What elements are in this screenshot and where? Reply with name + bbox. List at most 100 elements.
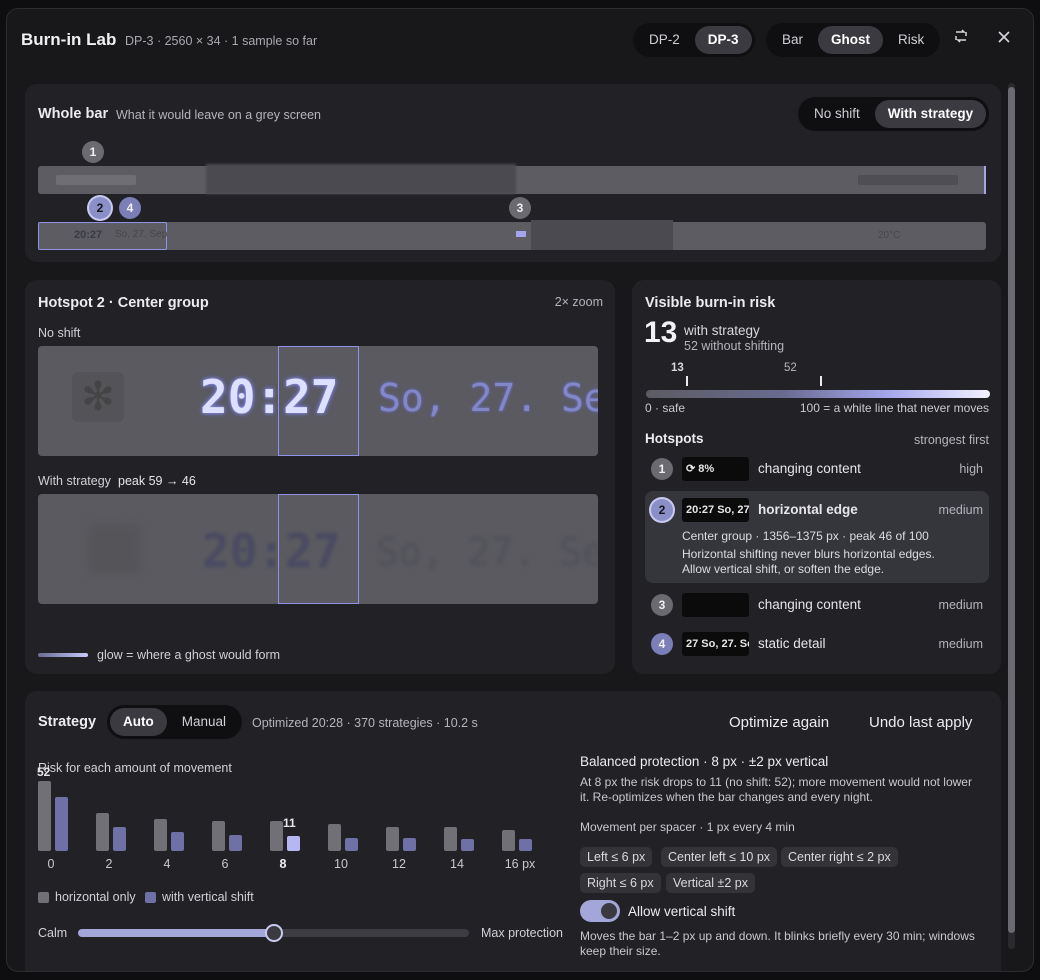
toggle-no-shift[interactable]: No shift xyxy=(801,100,873,128)
chip-center-left: Center left ≤ 10 px xyxy=(661,847,778,867)
bar-vertical-0[interactable] xyxy=(55,797,68,851)
hotspot-number: 3 xyxy=(651,594,673,616)
bar-horizontal-10[interactable] xyxy=(328,824,341,851)
mode-auto[interactable]: Auto xyxy=(110,708,167,736)
title-bar: Burn-in Lab DP-3 · 2560 × 34 · 1 sample … xyxy=(7,9,1033,71)
mode-manual[interactable]: Manual xyxy=(169,708,239,736)
bar-horizontal-16px[interactable] xyxy=(502,829,515,851)
whole-bar-subtitle: What it would leave on a grey screen xyxy=(116,108,321,122)
glow-swatch xyxy=(38,653,88,657)
protection-slider[interactable] xyxy=(78,924,469,942)
peak-change: peak 59 → 46 xyxy=(118,474,196,488)
legend-swatch-vertical xyxy=(145,892,156,903)
hotspot-pin-2[interactable]: 2 xyxy=(89,197,111,219)
ghost-clock: 20:27 xyxy=(74,229,103,241)
bar-vertical-10[interactable] xyxy=(345,837,358,851)
close-icon[interactable] xyxy=(991,26,1017,52)
with-strategy-label: With strategy xyxy=(38,474,111,488)
view-risk[interactable]: Risk xyxy=(885,26,937,54)
optimize-again-button[interactable]: Optimize again xyxy=(729,714,829,731)
ghost-date: So, 27. Sep xyxy=(115,229,168,240)
hotspot-thumbnail: 27 So, 27. Sep xyxy=(682,632,749,656)
hotspot-number: 1 xyxy=(651,458,673,480)
shift-toggle: No shift With strategy xyxy=(798,97,990,131)
zoom-no-shift: ✻ 20:27 So, 27. Sep xyxy=(38,346,598,456)
view-bar[interactable]: Bar xyxy=(769,26,816,54)
bar-horizontal-4[interactable] xyxy=(154,818,167,851)
no-shift-label: No shift xyxy=(38,326,81,340)
vertical-shift-desc-2: keep their size. xyxy=(580,944,661,958)
x-tick-label: 6 xyxy=(221,857,229,871)
x-tick-label: 14 xyxy=(450,857,464,871)
meter-mark-13 xyxy=(686,376,688,386)
bar-vertical-12[interactable] xyxy=(403,837,416,851)
bar-vertical-2[interactable] xyxy=(113,826,126,851)
hotspot-level: medium xyxy=(938,503,983,517)
legend-vertical: with vertical shift xyxy=(162,890,254,904)
x-tick-label: 12 xyxy=(392,857,406,871)
vertical-shift-label: Allow vertical shift xyxy=(628,904,736,919)
hotspot-advice-1: Horizontal shifting never blurs horizont… xyxy=(682,547,935,561)
bar-horizontal-0[interactable] xyxy=(38,781,51,851)
refresh-icon[interactable] xyxy=(948,26,974,52)
whole-bar-title: Whole bar xyxy=(38,106,109,122)
vertical-shift-toggle[interactable] xyxy=(580,900,620,922)
scale-left: 0 · safe xyxy=(645,401,686,415)
hotspot-card: Hotspot 2 · Center group 2× zoom No shif… xyxy=(25,280,615,674)
meter-mark-52-label: 52 xyxy=(784,362,797,374)
chip-vertical: Vertical ±2 px xyxy=(666,873,755,893)
risk-score: 13 xyxy=(644,316,678,349)
risk-bar-chart: 0 2 4 6 8 10 12 14 16 px 52 11 xyxy=(37,765,558,891)
display-dp2[interactable]: DP-2 xyxy=(636,26,693,54)
ghost-icons-left xyxy=(56,175,136,185)
hotspot-thumbnail: ⟳ 8% xyxy=(682,457,749,481)
bar-horizontal-8[interactable] xyxy=(270,821,283,851)
bar-horizontal-12[interactable] xyxy=(386,826,399,851)
chip-center-right: Center right ≤ 2 px xyxy=(781,847,898,867)
display-dp3[interactable]: DP-3 xyxy=(694,26,752,54)
risk-meter xyxy=(646,390,990,398)
chip-left: Left ≤ 6 px xyxy=(580,847,653,867)
risk-card: Visible burn-in risk 13 with strategy 52… xyxy=(632,280,1001,674)
bar-vertical-16px[interactable] xyxy=(519,838,532,851)
plan-desc-1: At 8 px the risk drops to 11 (no shift: … xyxy=(580,775,972,789)
scrollbar-thumb[interactable] xyxy=(1008,87,1015,933)
hotspot-item-1[interactable]: 1 ⟳ 8% changing content high xyxy=(645,450,989,488)
bar-horizontal-2[interactable] xyxy=(96,813,109,851)
slider-max-label: Max protection xyxy=(481,926,563,940)
hotspot-pin-4[interactable]: 4 xyxy=(119,197,141,219)
hotspot-item-3[interactable]: 3 changing content medium xyxy=(645,586,989,624)
hotspot-kind: changing content xyxy=(758,461,861,476)
ghost-spot xyxy=(516,231,526,237)
bar-vertical-4[interactable] xyxy=(171,832,184,851)
hotspot-kind: horizontal edge xyxy=(758,502,858,517)
hotspot-level: medium xyxy=(938,598,983,612)
scrollbar[interactable] xyxy=(1008,83,1015,949)
bar-horizontal-14[interactable] xyxy=(444,826,457,851)
hotspots-heading: Hotspots xyxy=(645,431,704,446)
x-tick-label: 0 xyxy=(47,857,55,871)
slider-thumb[interactable] xyxy=(264,924,283,942)
optimized-status: Optimized 20:28 · 370 strategies · 10.2 … xyxy=(252,716,478,730)
legend-swatch-horizontal xyxy=(38,892,49,903)
bar-vertical-6[interactable] xyxy=(229,834,242,851)
view-ghost[interactable]: Ghost xyxy=(818,26,884,54)
hotspot-pin-3[interactable]: 3 xyxy=(509,197,531,219)
hotspot-pin-1[interactable]: 1 xyxy=(82,141,104,163)
bar-row-no-shift xyxy=(38,164,986,194)
bar-horizontal-6[interactable] xyxy=(212,821,225,851)
bar-vertical-14[interactable] xyxy=(461,838,474,851)
burn-in-lab-window: Burn-in Lab DP-3 · 2560 × 34 · 1 sample … xyxy=(6,8,1034,972)
hotspot-thumbnail: 20:27 So, 27 xyxy=(682,498,749,522)
hotspot-thumbnail xyxy=(682,593,749,617)
undo-last-apply-button[interactable]: Undo last apply xyxy=(869,714,972,731)
hotspot-advice-2: Allow vertical shift, or soften the edge… xyxy=(682,562,885,576)
app-subtitle: DP-3 · 2560 × 34 · 1 sample so far xyxy=(125,34,318,48)
toggle-with-strategy[interactable]: With strategy xyxy=(874,100,987,128)
strategy-title: Strategy xyxy=(38,714,97,730)
bar-vertical-8[interactable] xyxy=(287,836,300,851)
hotspot-item-2[interactable]: 2 20:27 So, 27 horizontal edge medium Ce… xyxy=(645,491,989,583)
hotspot-item-4[interactable]: 4 27 So, 27. Sep static detail medium xyxy=(645,625,989,663)
strategy-card: Strategy Auto Manual Optimized 20:28 · 3… xyxy=(25,691,1001,971)
hotspot-number: 4 xyxy=(651,633,673,655)
